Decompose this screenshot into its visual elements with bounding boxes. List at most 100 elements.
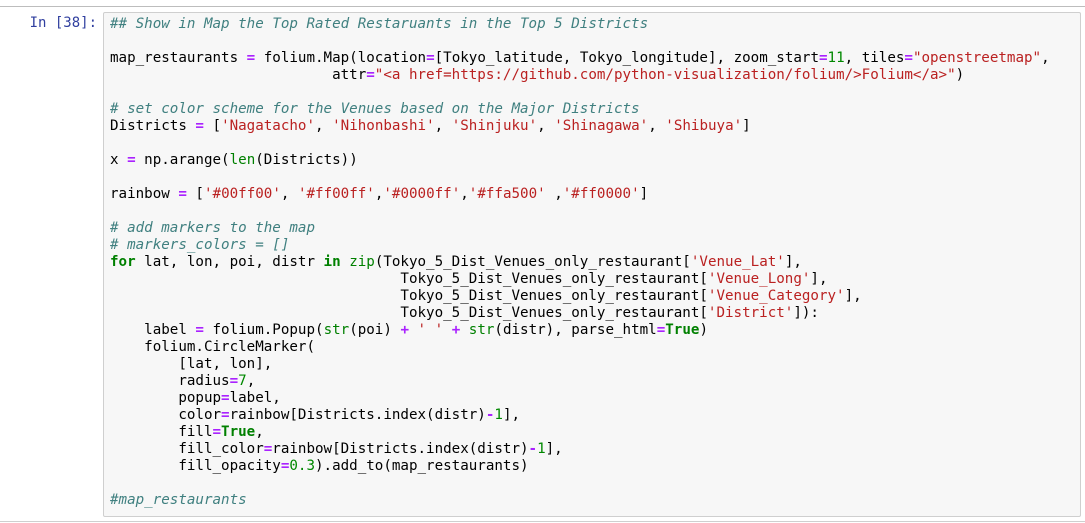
- code-line: # set color scheme for the Venues based …: [110, 101, 640, 117]
- code-token: ).add_to(map_restaurants): [315, 458, 529, 474]
- code-line: # markers_colors = []: [110, 237, 289, 253]
- code-token: +: [400, 322, 409, 338]
- code-token: =: [818, 50, 828, 66]
- code-token: [: [186, 186, 204, 202]
- code-token: attr: [110, 67, 367, 83]
- code-token: color: [110, 407, 222, 423]
- code-line: for lat, lon, poi, distr in zip(Tokyo_5_…: [110, 254, 802, 270]
- code-line: rainbow = ['#00ff00', '#ff00ff','#0000ff…: [110, 186, 648, 202]
- code-token: 'Shinjuku': [451, 118, 538, 134]
- code-token: # add markers to the map: [110, 220, 315, 236]
- code-token: ' ': [417, 322, 444, 338]
- code-token: label: [110, 322, 196, 338]
- code-line: radius=7,: [110, 373, 255, 389]
- cell-bottom-divider: [0, 521, 1085, 522]
- code-token: =: [127, 152, 136, 168]
- code-line: #map_restaurants: [110, 492, 247, 508]
- code-token: 1: [537, 441, 546, 457]
- code-token: "<a href=https://github.com/python-visua…: [374, 67, 956, 83]
- code-token: len: [229, 152, 256, 168]
- code-cell-input[interactable]: ## Show in Map the Top Rated Restaruants…: [103, 12, 1081, 517]
- code-token: # markers_colors = []: [110, 237, 290, 253]
- code-line: Tokyo_5_Dist_Venues_only_restaurant['Dis…: [110, 305, 819, 321]
- code-token: rainbow[Districts.index(distr): [229, 407, 486, 423]
- code-token: ,: [648, 118, 666, 134]
- code-editor[interactable]: ## Show in Map the Top Rated Restaruants…: [110, 16, 1050, 509]
- code-token: 7: [238, 373, 247, 389]
- code-token: zip: [349, 254, 375, 270]
- code-token: ,: [537, 118, 555, 134]
- code-token: [Tokyo_latitude, Tokyo_longitude], zoom_…: [434, 50, 819, 66]
- code-token: '#ff0000': [562, 186, 640, 202]
- code-token: -: [528, 441, 538, 457]
- code-token: =: [904, 50, 913, 66]
- code-token: map_restaurants: [110, 50, 247, 66]
- code-token: fill: [110, 424, 213, 440]
- code-token: ## Show in Map the Top Rated Restaruants…: [110, 16, 649, 32]
- code-token: for: [110, 254, 136, 270]
- code-token: 'Nihonbashi': [332, 118, 435, 134]
- code-token: ],: [844, 288, 862, 304]
- code-token: ,: [246, 373, 256, 389]
- code-line: Districts = ['Nagatacho', 'Nihonbashi', …: [110, 118, 751, 134]
- code-line: [lat, lon],: [110, 356, 272, 372]
- code-token: Tokyo_5_Dist_Venues_only_restaurant[: [110, 288, 708, 304]
- code-token: ]: [639, 186, 649, 202]
- code-token: in: [323, 254, 341, 270]
- input-prompt: In [38]:: [29, 15, 97, 31]
- code-line: fill_color=rainbow[Districts.index(distr…: [110, 441, 563, 457]
- code-token: ],: [502, 407, 521, 423]
- code-token: ): [699, 322, 708, 338]
- code-token: [: [203, 118, 222, 134]
- code-line: fill_opacity=0.3).add_to(map_restaurants…: [110, 458, 529, 474]
- code-token: ,: [255, 424, 264, 440]
- code-line: Tokyo_5_Dist_Venues_only_restaurant['Ven…: [110, 288, 862, 304]
- code-token: '#00ff00': [203, 186, 281, 202]
- code-token: label,: [229, 390, 281, 406]
- code-token: folium.CircleMarker(: [110, 339, 315, 355]
- code-token: ],: [545, 441, 563, 457]
- code-token: lat, lon, poi, distr: [135, 254, 324, 270]
- code-token: ],: [784, 254, 802, 270]
- code-token: x: [110, 152, 128, 168]
- code-token: =: [246, 50, 256, 66]
- code-token: folium.Popup(: [203, 322, 324, 338]
- code-token: =: [656, 322, 666, 338]
- code-token: str: [323, 322, 350, 338]
- code-line: fill=True,: [110, 424, 264, 440]
- code-token: 'Nagatacho': [221, 118, 316, 134]
- code-token: Tokyo_5_Dist_Venues_only_restaurant[: [110, 271, 708, 287]
- code-token: 1: [494, 407, 503, 423]
- code-token: ],: [810, 271, 828, 287]
- code-token: ,: [1041, 50, 1050, 66]
- code-token: ,: [545, 186, 563, 202]
- code-line: attr="<a href=https://github.com/python-…: [110, 67, 964, 83]
- code-line: x = np.arange(len(Districts)): [110, 152, 358, 168]
- code-token: [lat, lon],: [110, 356, 273, 372]
- code-token: =: [229, 373, 239, 389]
- code-token: 'Venue_Category': [707, 288, 845, 304]
- code-token: rainbow: [110, 186, 179, 202]
- code-token: , tiles: [844, 50, 905, 66]
- cell-top-divider: [0, 6, 1085, 7]
- code-token: (Tokyo_5_Dist_Venues_only_restaurant[: [374, 254, 691, 270]
- code-token: True: [665, 322, 700, 338]
- code-token: np.arange(: [135, 152, 230, 168]
- code-token: ,: [460, 186, 469, 202]
- code-line: popup=label,: [110, 390, 281, 406]
- code-token: 'Venue_Long': [707, 271, 811, 287]
- code-token: popup: [110, 390, 222, 406]
- code-line: # add markers to the map: [110, 220, 315, 236]
- code-token: 'District': [707, 305, 794, 321]
- code-token: # set color scheme for the Venues based …: [110, 101, 640, 117]
- code-token: True: [221, 424, 256, 440]
- code-token: #map_restaurants: [110, 492, 247, 508]
- code-token: ): [955, 67, 965, 83]
- code-token: str: [468, 322, 495, 338]
- code-token: "openstreetmap": [912, 50, 1042, 66]
- code-token: =: [212, 424, 222, 440]
- code-token: (poi): [349, 322, 401, 338]
